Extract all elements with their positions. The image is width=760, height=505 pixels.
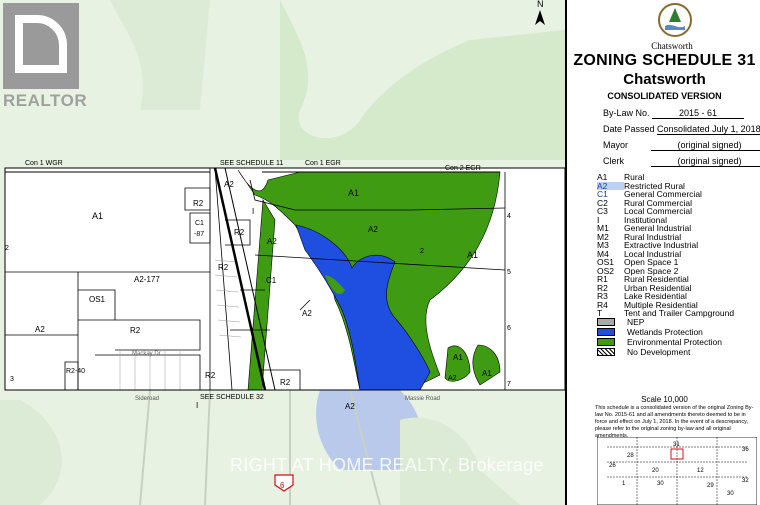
north-label: N bbox=[537, 0, 544, 9]
mayor-label: Mayor bbox=[603, 140, 629, 150]
zone-label: A2 bbox=[35, 325, 45, 334]
lot-number: 6 bbox=[507, 325, 511, 332]
bylaw-value: 2015 - 61 bbox=[652, 108, 745, 119]
zoning-map-screenshot: N Con 1 WGR SEE SCHEDULE 11 Con 1 EGR Co… bbox=[0, 0, 760, 505]
clerk-value: (original signed) bbox=[650, 156, 760, 167]
road-label-con1-egr: Con 1 EGR bbox=[305, 160, 341, 167]
zone-label: A2 bbox=[302, 309, 312, 318]
keymap-label: 26 bbox=[609, 463, 616, 469]
nep-label: NEP bbox=[627, 317, 645, 327]
no-development-label: No Development bbox=[627, 347, 691, 357]
realtor-logo-icon bbox=[3, 3, 79, 89]
zone-label: R2 bbox=[130, 326, 141, 335]
zone-label: A1 bbox=[453, 353, 463, 362]
zone-label: A1 bbox=[92, 211, 103, 221]
lot-number: 3 bbox=[10, 376, 14, 383]
no-development-swatch bbox=[597, 348, 615, 356]
realtor-text: REALTOR bbox=[3, 91, 88, 110]
mayor-value: (original signed) bbox=[650, 140, 760, 151]
keymap-label: 29 bbox=[707, 483, 714, 489]
keymap-label: 36 bbox=[742, 447, 749, 453]
version-label: CONSOLIDATED VERSION bbox=[607, 91, 722, 101]
mayor-field: Mayor (original signed) bbox=[603, 140, 760, 151]
zone-label: A2 bbox=[267, 237, 277, 246]
zone-label: A1 bbox=[348, 188, 359, 198]
road-label-side-road: Sideroad bbox=[135, 396, 159, 402]
schedule-info-panel: Chatsworth ZONING SCHEDULE 31 Chatsworth… bbox=[565, 0, 760, 505]
zone-label: I bbox=[252, 207, 254, 216]
nep-swatch bbox=[597, 318, 615, 326]
clerk-field: Clerk (original signed) bbox=[603, 156, 760, 167]
zone-label: R2 bbox=[218, 263, 229, 272]
zone-label: OS1 bbox=[89, 295, 106, 304]
bylaw-field: By-Law No. 2015 - 61 bbox=[603, 108, 745, 119]
lot-number: 7 bbox=[507, 381, 511, 388]
bylaw-label: By-Law No. bbox=[603, 108, 650, 118]
map-canvas: N Con 1 WGR SEE SCHEDULE 11 Con 1 EGR Co… bbox=[0, 0, 565, 505]
keymap-label: 30 bbox=[657, 481, 664, 487]
keymap-label: 32 bbox=[742, 478, 749, 484]
keymap-label: 20 bbox=[652, 468, 659, 474]
zoning-map[interactable]: N Con 1 WGR SEE SCHEDULE 11 Con 1 EGR Co… bbox=[0, 0, 565, 505]
keymap-label: 28 bbox=[627, 453, 634, 459]
zone-label: R2 bbox=[193, 199, 204, 208]
clerk-label: Clerk bbox=[603, 156, 625, 166]
zone-label: -87 bbox=[194, 231, 204, 238]
zone-label: R2 bbox=[205, 371, 216, 380]
key-map: 31 28 36 26 20 1 30 12 29 30 32 bbox=[597, 437, 757, 505]
road-label-con1-wgr: Con 1 WGR bbox=[25, 160, 63, 167]
zone-label: R2-40 bbox=[66, 368, 85, 375]
zone-label: A2-177 bbox=[134, 275, 160, 284]
date-value: Consolidated July 1, 2018 bbox=[657, 124, 760, 135]
municipality-name: Chatsworth bbox=[651, 41, 693, 51]
scale-label: Scale 10,000 bbox=[641, 395, 688, 404]
zone-label: A2 bbox=[224, 180, 234, 189]
schedule-title: ZONING SCHEDULE 31 bbox=[573, 52, 756, 69]
wetlands-swatch bbox=[597, 328, 615, 336]
schedule-subtitle: Chatsworth bbox=[623, 71, 706, 88]
zone-label: C1 bbox=[266, 276, 277, 285]
zone-label: R2 bbox=[234, 228, 245, 237]
road-label-massie: Massie Road bbox=[405, 396, 440, 402]
lot-number: 2 bbox=[420, 248, 424, 255]
date-label: Date Passed bbox=[603, 124, 655, 134]
zone-label: I bbox=[196, 401, 198, 410]
lot-number: 4 bbox=[507, 213, 511, 220]
keymap-label: 12 bbox=[697, 468, 704, 474]
environmental-swatch bbox=[597, 338, 615, 346]
zone-label: A2 bbox=[448, 375, 457, 382]
road-label-see-schedule-32: SEE SCHEDULE 32 bbox=[200, 394, 264, 401]
brokerage-watermark: RIGHT AT HOME REALTY, Brokerage bbox=[230, 455, 544, 475]
zone-label: R2 bbox=[280, 378, 291, 387]
lot-number: 2 bbox=[5, 245, 9, 252]
environmental-label: Environmental Protection bbox=[627, 337, 722, 347]
wetlands-label: Wetlands Protection bbox=[627, 327, 703, 337]
township-seal-icon bbox=[658, 3, 692, 37]
road-label-con2-egr: Con 2 EGR bbox=[445, 165, 481, 172]
highway-number: 6 bbox=[280, 481, 285, 490]
legend-row: T Tent and Trailer Campground bbox=[597, 308, 735, 318]
zone-label: A1 bbox=[482, 369, 492, 378]
zone-legend: A1 Rural A2 Restricted Rural C1 General Com… bbox=[597, 173, 734, 318]
date-field: Date Passed Consolidated July 1, 2018 bbox=[603, 124, 760, 135]
zone-label: A2 bbox=[368, 225, 378, 234]
road-label-see-schedule-11: SEE SCHEDULE 11 bbox=[220, 160, 283, 167]
zone-label: A2 bbox=[345, 402, 355, 411]
disclaimer-text: This schedule is a consolidated version … bbox=[595, 405, 754, 439]
keymap-label: 30 bbox=[727, 491, 734, 497]
road-label-mackay: Mackay Dr bbox=[132, 351, 161, 357]
keymap-label: 31 bbox=[673, 442, 680, 448]
zone-label: A1 bbox=[467, 250, 478, 260]
realtor-watermark: REALTOR bbox=[3, 3, 88, 113]
zone-label: C1 bbox=[195, 220, 204, 227]
lot-number: 5 bbox=[507, 269, 511, 276]
